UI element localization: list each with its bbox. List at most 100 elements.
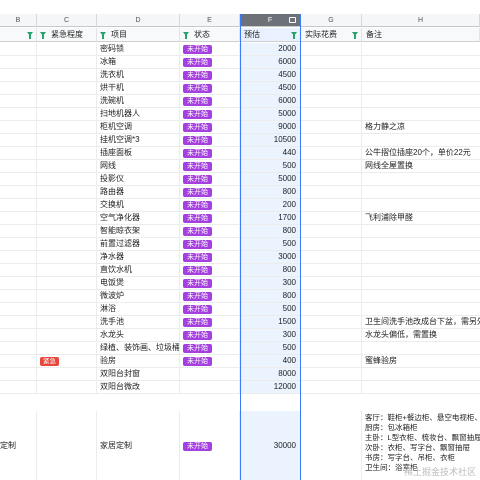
cell-estimate[interactable]: 8000 — [240, 368, 301, 380]
table-row[interactable]: 洗手池 未开始 1500 卫生间洗手池改成台下盆，需另外 — [0, 316, 480, 329]
cell-status[interactable]: 未开始 — [180, 56, 240, 68]
table-row[interactable]: 前置过滤器 未开始 500 — [0, 238, 480, 251]
cell-item[interactable]: 密码锁 — [97, 43, 180, 55]
cell-actual[interactable] — [301, 199, 362, 211]
table-row[interactable]: 紧急 验房 未开始 400 蜜蜂验房 — [0, 355, 480, 368]
filter-icon[interactable] — [100, 32, 106, 39]
cell-estimate[interactable]: 6000 — [240, 56, 301, 68]
cell-estimate[interactable]: 6000 — [240, 95, 301, 107]
cell-urgency[interactable] — [37, 329, 97, 341]
cell-item[interactable]: 洗手池 — [97, 316, 180, 328]
cell-urgency[interactable] — [37, 147, 97, 159]
cell-note[interactable] — [362, 225, 480, 237]
cell-urgency[interactable] — [37, 290, 97, 302]
cell-status[interactable]: 未开始 — [180, 173, 240, 185]
cell-item[interactable]: 微波炉 — [97, 290, 180, 302]
cell-status[interactable]: 未开始 — [180, 303, 240, 315]
cell-note[interactable] — [362, 342, 480, 354]
field-header-b[interactable] — [0, 28, 37, 42]
cell-actual[interactable] — [301, 56, 362, 68]
cell-urgency[interactable] — [37, 108, 97, 120]
cell-item[interactable]: 柜机空调 — [97, 121, 180, 133]
cell-status[interactable] — [180, 381, 240, 393]
cell-status[interactable]: 未开始 — [180, 342, 240, 354]
cell-actual[interactable] — [301, 108, 362, 120]
cell-estimate[interactable]: 200 — [240, 199, 301, 211]
cell-item[interactable]: 路由器 — [97, 186, 180, 198]
table-row[interactable]: 智能晾衣架 未开始 800 — [0, 225, 480, 238]
cell-item[interactable]: 淋浴 — [97, 303, 180, 315]
cell-estimate[interactable]: 500 — [240, 342, 301, 354]
cell-note[interactable] — [362, 368, 480, 380]
cell-b[interactable]: 定制 — [0, 411, 37, 480]
table-row[interactable]: 净水器 未开始 3000 — [0, 251, 480, 264]
cell-status[interactable]: 未开始 — [180, 225, 240, 237]
cell-note[interactable]: 飞利浦除甲醛 — [362, 212, 480, 224]
field-header-urgency[interactable]: 紧急程度 — [37, 28, 97, 42]
cell-note[interactable]: 网线全屋置换 — [362, 160, 480, 172]
col-header-h[interactable]: H — [362, 14, 480, 27]
filter-icon[interactable] — [352, 32, 358, 39]
cell-urgency[interactable]: 紧急 — [37, 355, 97, 367]
col-header-g[interactable]: G — [301, 14, 362, 27]
cell-item[interactable]: 洗碗机 — [97, 95, 180, 107]
cell-actual[interactable] — [301, 69, 362, 81]
cell-urgency[interactable] — [37, 69, 97, 81]
table-row[interactable]: 交换机 未开始 200 — [0, 199, 480, 212]
cell-b[interactable] — [0, 43, 37, 55]
table-row[interactable]: 插座面板 未开始 440 公牛摺位插座20个，单价22元 — [0, 147, 480, 160]
column-menu-icon[interactable] — [289, 17, 296, 23]
col-header-e[interactable]: E — [180, 14, 240, 27]
cell-estimate[interactable]: 2000 — [240, 43, 301, 55]
cell-note[interactable] — [362, 56, 480, 68]
cell-b[interactable] — [0, 95, 37, 107]
table-row[interactable]: 绿植、装饰画、垃圾桶 未开始 500 — [0, 342, 480, 355]
cell-note[interactable]: 公牛摺位插座20个，单价22元 — [362, 147, 480, 159]
cell-actual[interactable] — [301, 121, 362, 133]
cell-note[interactable] — [362, 238, 480, 250]
cell-status[interactable]: 未开始 — [180, 43, 240, 55]
cell-status[interactable]: 未开始 — [180, 251, 240, 263]
cell-note[interactable] — [362, 43, 480, 55]
cell-estimate[interactable]: 3000 — [240, 251, 301, 263]
cell-actual[interactable] — [301, 329, 362, 341]
cell-status[interactable]: 未开始 — [180, 134, 240, 146]
cell-estimate[interactable]: 400 — [240, 355, 301, 367]
cell-b[interactable] — [0, 303, 37, 315]
cell-urgency[interactable] — [37, 95, 97, 107]
cell-urgency[interactable] — [37, 43, 97, 55]
cell-urgency[interactable] — [37, 82, 97, 94]
cell-note[interactable] — [362, 290, 480, 302]
cell-urgency[interactable] — [37, 368, 97, 380]
cell-b[interactable] — [0, 82, 37, 94]
cell-item[interactable]: 投影仪 — [97, 173, 180, 185]
table-row[interactable]: 柜机空调 未开始 9000 格力静之凉 — [0, 121, 480, 134]
cell-estimate[interactable]: 800 — [240, 264, 301, 276]
cell-note[interactable] — [362, 186, 480, 198]
cell-status[interactable]: 未开始 — [180, 186, 240, 198]
cell-urgency[interactable] — [37, 121, 97, 133]
cell-actual[interactable] — [301, 355, 362, 367]
cell-actual[interactable] — [301, 95, 362, 107]
cell-item[interactable]: 空气净化器 — [97, 212, 180, 224]
cell-status[interactable]: 未开始 — [180, 316, 240, 328]
cell-status[interactable]: 未开始 — [180, 147, 240, 159]
cell-status[interactable]: 未开始 — [180, 69, 240, 81]
cell-actual[interactable] — [301, 277, 362, 289]
table-row[interactable]: 扫地机器人 未开始 5000 — [0, 108, 480, 121]
cell-b[interactable] — [0, 160, 37, 172]
table-row[interactable]: 网线 未开始 500 网线全屋置换 — [0, 160, 480, 173]
cell-estimate[interactable]: 500 — [240, 238, 301, 250]
cell-note[interactable] — [362, 381, 480, 393]
cell-actual[interactable] — [301, 316, 362, 328]
cell-actual[interactable] — [301, 186, 362, 198]
table-row[interactable]: 双阳台封窗 8000 — [0, 368, 480, 381]
cell-note[interactable] — [362, 251, 480, 263]
cell-b[interactable] — [0, 381, 37, 393]
cell-actual[interactable] — [301, 368, 362, 380]
cell-urgency[interactable] — [37, 342, 97, 354]
cell-b[interactable] — [0, 329, 37, 341]
cell-actual[interactable] — [301, 381, 362, 393]
cell-status[interactable]: 未开始 — [180, 355, 240, 367]
cell-b[interactable] — [0, 368, 37, 380]
